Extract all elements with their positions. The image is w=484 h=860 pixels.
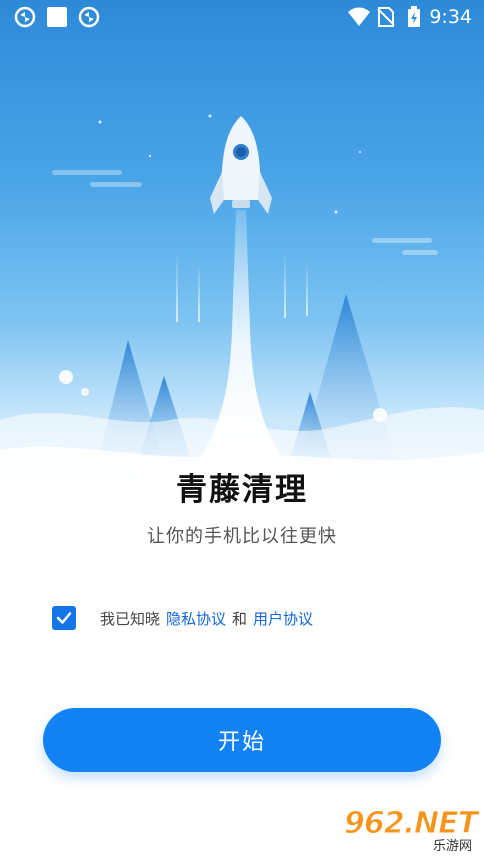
watermark-caption: 乐游网 [432,835,472,854]
bubble [81,388,89,396]
checkmark-icon [56,612,72,624]
wifi-icon [347,6,371,28]
star [148,154,152,158]
star [98,120,102,124]
rocket-illustration [0,114,484,520]
hero-illustration [0,0,484,520]
star [358,150,362,154]
agreement-row: 我已知晓 隐私协议 和 用户协议 [52,604,313,632]
agreement-checkbox[interactable] [52,606,76,630]
watermark-logo: 962.NET 乐游网 [343,806,479,854]
splash-screen: 9:34 青藤清理 让你的手机比以往更快 我已知晓 隐私协议 和 用户协议 开始… [0,0,484,860]
bubble [59,370,73,384]
square-icon [46,6,68,28]
app-subtitle: 让你的手机比以往更快 [147,526,337,547]
sync-icon [14,6,36,28]
sync-icon [78,6,100,28]
start-button[interactable]: 开始 [43,708,441,772]
battery-charging-icon [407,6,421,28]
rocket-icon [210,116,272,214]
no-sim-icon [377,6,399,28]
status-bar: 9:34 [0,0,484,36]
app-title: 青藤清理 [176,472,308,508]
user-agreement-link[interactable]: 用户协议 [253,608,313,629]
privacy-policy-link[interactable]: 隐私协议 [166,608,226,629]
agreement-prefix: 我已知晓 [100,609,161,628]
star [208,114,212,118]
star [334,210,338,214]
agreement-and: 和 [232,609,248,628]
status-time: 9:34 [429,6,472,28]
